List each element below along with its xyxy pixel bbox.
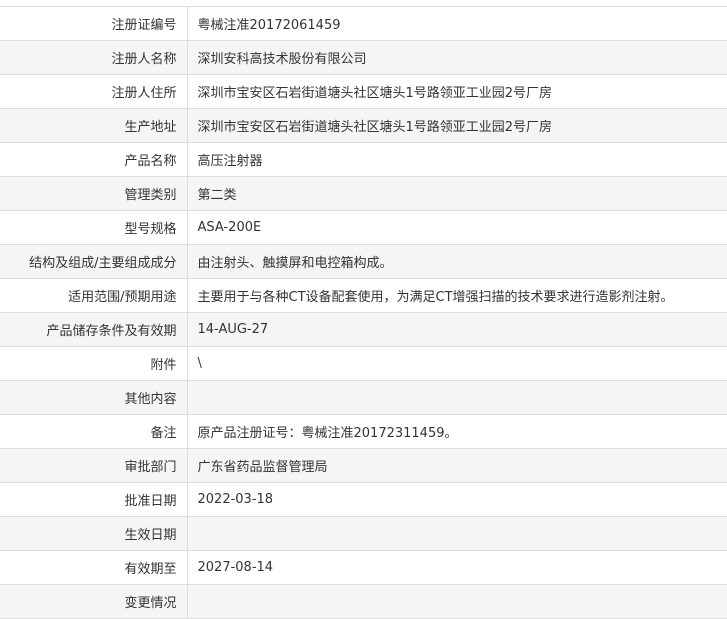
row-effective-date: 生效日期 <box>0 516 727 551</box>
model-spec-value: ASA-200E <box>187 210 727 245</box>
registrant-name-value: 深圳安科高技术股份有限公司 <box>187 40 727 75</box>
storage-validity-value: 14-AUG-27 <box>187 312 727 347</box>
row-model-spec: 型号规格 ASA-200E <box>0 210 727 245</box>
remarks-value: 原产品注册证号：粤械注准20172311459。 <box>187 414 727 449</box>
row-approval-date: 批准日期 2022-03-18 <box>0 482 727 517</box>
row-intended-use: 适用范围/预期用途 主要用于与各种CT设备配套使用，为满足CT增强扫描的技术要求… <box>0 278 727 313</box>
effective-date-label: 生效日期 <box>0 516 188 551</box>
model-spec-label: 型号规格 <box>0 210 188 245</box>
attachment-value: \ <box>187 346 727 381</box>
row-registrant-name: 注册人名称 深圳安科高技术股份有限公司 <box>0 40 727 75</box>
remarks-label: 备注 <box>0 414 188 449</box>
production-address-label: 生产地址 <box>0 108 188 143</box>
other-content-value <box>187 380 727 415</box>
row-other-content: 其他内容 <box>0 380 727 415</box>
registrant-address-value: 深圳市宝安区石岩街道塘头社区塘头1号路领亚工业园2号厂房 <box>187 74 727 109</box>
approval-date-value: 2022-03-18 <box>187 482 727 517</box>
row-registrant-address: 注册人住所 深圳市宝安区石岩街道塘头社区塘头1号路领亚工业园2号厂房 <box>0 74 727 109</box>
row-change-history: 变更情况 <box>0 584 727 619</box>
registrant-address-label: 注册人住所 <box>0 74 188 109</box>
production-address-value: 深圳市宝安区石岩街道塘头社区塘头1号路领亚工业园2号厂房 <box>187 108 727 143</box>
row-remarks: 备注 原产品注册证号：粤械注准20172311459。 <box>0 414 727 449</box>
approval-department-value: 广东省药品监督管理局 <box>187 448 727 483</box>
registration-detail-table: 注册证编号 粤械注准20172061459 注册人名称 深圳安科高技术股份有限公… <box>0 6 727 619</box>
valid-until-value: 2027-08-14 <box>187 550 727 585</box>
change-history-label: 变更情况 <box>0 584 188 619</box>
approval-department-label: 审批部门 <box>0 448 188 483</box>
registration-number-value: 粤械注准20172061459 <box>187 6 727 41</box>
row-product-name: 产品名称 高压注射器 <box>0 142 727 177</box>
structure-composition-label: 结构及组成/主要组成成分 <box>0 244 188 279</box>
product-name-value: 高压注射器 <box>187 142 727 177</box>
registration-detail-body: 注册证编号 粤械注准20172061459 注册人名称 深圳安科高技术股份有限公… <box>0 6 727 619</box>
row-structure-composition: 结构及组成/主要组成成分 由注射头、触摸屏和电控箱构成。 <box>0 244 727 279</box>
structure-composition-value: 由注射头、触摸屏和电控箱构成。 <box>187 244 727 279</box>
row-registration-number: 注册证编号 粤械注准20172061459 <box>0 6 727 41</box>
row-valid-until: 有效期至 2027-08-14 <box>0 550 727 585</box>
registrant-name-label: 注册人名称 <box>0 40 188 75</box>
effective-date-value <box>187 516 727 551</box>
row-management-category: 管理类别 第二类 <box>0 176 727 211</box>
registration-number-label: 注册证编号 <box>0 6 188 41</box>
intended-use-value: 主要用于与各种CT设备配套使用，为满足CT增强扫描的技术要求进行造影剂注射。 <box>187 278 727 313</box>
management-category-value: 第二类 <box>187 176 727 211</box>
management-category-label: 管理类别 <box>0 176 188 211</box>
valid-until-label: 有效期至 <box>0 550 188 585</box>
other-content-label: 其他内容 <box>0 380 188 415</box>
row-storage-validity: 产品储存条件及有效期 14-AUG-27 <box>0 312 727 347</box>
product-name-label: 产品名称 <box>0 142 188 177</box>
storage-validity-label: 产品储存条件及有效期 <box>0 312 188 347</box>
row-production-address: 生产地址 深圳市宝安区石岩街道塘头社区塘头1号路领亚工业园2号厂房 <box>0 108 727 143</box>
attachment-label: 附件 <box>0 346 188 381</box>
row-approval-department: 审批部门 广东省药品监督管理局 <box>0 448 727 483</box>
row-attachment: 附件 \ <box>0 346 727 381</box>
change-history-value <box>187 584 727 619</box>
approval-date-label: 批准日期 <box>0 482 188 517</box>
intended-use-label: 适用范围/预期用途 <box>0 278 188 313</box>
